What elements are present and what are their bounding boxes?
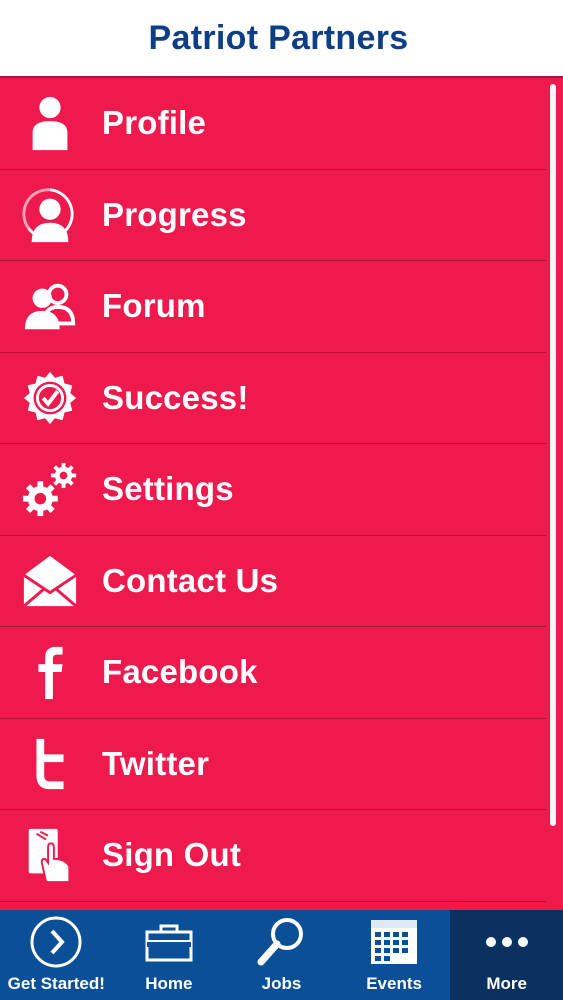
menu-label-profile: Profile xyxy=(102,104,207,142)
menu-item-sign-out[interactable]: Sign Out xyxy=(0,810,546,902)
bottom-tab-bar: Get Started! Home Jobs Events More xyxy=(0,910,563,1000)
menu-item-contact-us[interactable]: Contact Us xyxy=(0,536,546,627)
menu-item-success[interactable]: Success! xyxy=(0,353,546,444)
tab-label-more: More xyxy=(486,974,527,993)
menu-scrollbar[interactable] xyxy=(550,84,556,826)
briefcase-icon xyxy=(145,924,193,962)
menu-item-facebook[interactable]: Facebook xyxy=(0,627,546,719)
menu-label-facebook: Facebook xyxy=(102,653,258,691)
menu-label-settings: Settings xyxy=(102,470,234,508)
side-menu: Profile Progress Forum Success! Settings… xyxy=(0,78,563,910)
envelope-icon xyxy=(20,551,80,611)
group-icon xyxy=(20,276,80,336)
tab-jobs[interactable]: Jobs xyxy=(225,910,338,1000)
menu-label-progress: Progress xyxy=(102,195,247,233)
more-dots-icon xyxy=(485,937,528,947)
magnifier-icon xyxy=(257,918,304,966)
menu-item-forum[interactable]: Forum xyxy=(0,261,546,353)
app-header: Patriot Partners xyxy=(0,0,563,78)
tab-label-get-started: Get Started! xyxy=(7,974,105,993)
person-icon xyxy=(20,93,80,153)
sign-out-icon xyxy=(20,825,80,885)
gears-icon xyxy=(20,459,80,519)
facebook-icon xyxy=(20,642,80,702)
tab-home[interactable]: Home xyxy=(113,910,226,1000)
menu-label-forum: Forum xyxy=(102,287,206,325)
twitter-icon xyxy=(20,734,80,794)
tab-label-events: Events xyxy=(366,974,422,993)
page-title: Patriot Partners xyxy=(148,18,409,57)
progress-icon xyxy=(20,185,80,245)
menu-label-contact-us: Contact Us xyxy=(102,561,279,599)
play-circle-icon xyxy=(30,916,82,968)
menu-label-success: Success! xyxy=(102,378,249,416)
badge-check-icon xyxy=(20,368,80,428)
menu-item-progress[interactable]: Progress xyxy=(0,170,546,261)
menu-label-sign-out: Sign Out xyxy=(102,836,242,874)
menu-item-twitter[interactable]: Twitter xyxy=(0,719,546,810)
menu-item-profile[interactable]: Profile xyxy=(0,78,546,170)
calendar-icon xyxy=(371,920,418,964)
tab-events[interactable]: Events xyxy=(338,910,451,1000)
tab-label-jobs: Jobs xyxy=(261,974,302,993)
tab-get-started[interactable]: Get Started! xyxy=(0,910,113,1000)
menu-label-twitter: Twitter xyxy=(102,744,210,782)
tab-label-home: Home xyxy=(145,974,193,993)
tab-more[interactable]: More xyxy=(450,910,563,1000)
menu-item-settings[interactable]: Settings xyxy=(0,444,546,536)
